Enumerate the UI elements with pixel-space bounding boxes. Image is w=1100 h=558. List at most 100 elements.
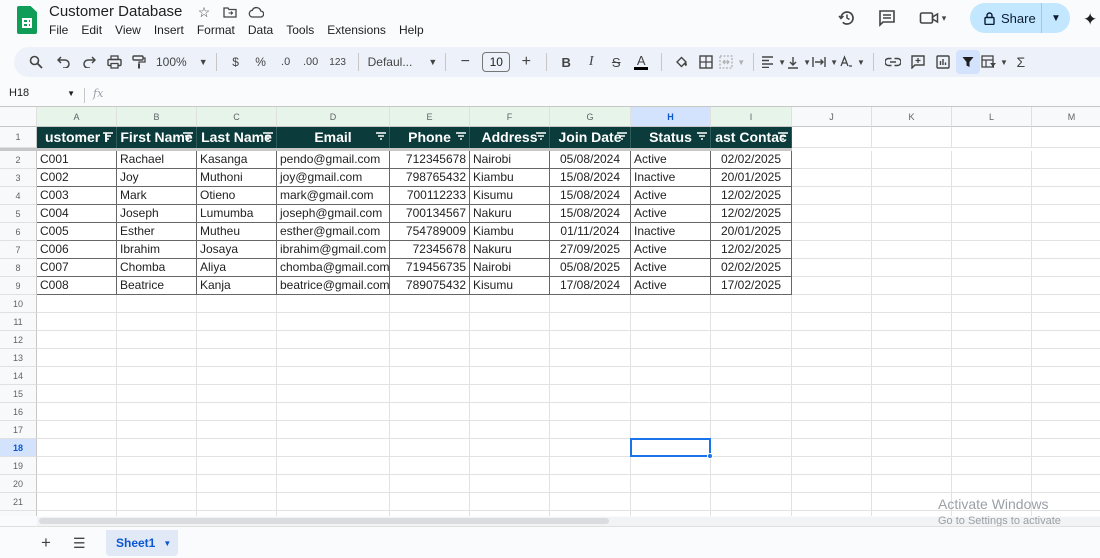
cell-I22[interactable] — [711, 511, 792, 516]
table-cell[interactable]: Inactive — [631, 223, 711, 241]
cell-H22[interactable] — [631, 511, 711, 516]
cell-L20[interactable] — [952, 475, 1032, 493]
column-header-c[interactable]: C — [197, 107, 277, 127]
cell-B17[interactable] — [117, 421, 197, 439]
meet-icon[interactable] — [919, 8, 939, 28]
row-header-5[interactable]: 5 — [0, 205, 37, 223]
column-header-l[interactable]: L — [952, 107, 1032, 127]
table-cell[interactable]: Kisumu — [470, 187, 550, 205]
cell-I17[interactable] — [711, 421, 792, 439]
cell-M4[interactable] — [1032, 187, 1100, 205]
cell-D14[interactable] — [277, 367, 390, 385]
table-cell[interactable]: C003 — [37, 187, 117, 205]
formula-input[interactable] — [115, 87, 1095, 103]
cell-I21[interactable] — [711, 493, 792, 511]
increase-decimal-button[interactable]: .00 — [299, 50, 323, 74]
cell-E21[interactable] — [390, 493, 470, 511]
column-header-a[interactable]: A — [37, 107, 117, 127]
table-cell[interactable]: 17/02/2025 — [711, 277, 792, 295]
cell-B12[interactable] — [117, 331, 197, 349]
share-main[interactable]: Share — [970, 3, 1042, 33]
cell-J15[interactable] — [792, 385, 872, 403]
cell-K6[interactable] — [872, 223, 952, 241]
name-box[interactable]: H18 ▼ — [9, 87, 79, 99]
cell-D17[interactable] — [277, 421, 390, 439]
filter-views-icon[interactable]: ▼ — [981, 50, 1008, 74]
cell-L9[interactable] — [952, 277, 1032, 295]
cell-K20[interactable] — [872, 475, 952, 493]
cell-B13[interactable] — [117, 349, 197, 367]
cell-A19[interactable] — [37, 457, 117, 475]
table-cell[interactable]: 15/08/2024 — [550, 205, 631, 223]
strikethrough-button[interactable]: S — [604, 50, 628, 74]
cell-K4[interactable] — [872, 187, 952, 205]
scrollbar-thumb[interactable] — [39, 518, 609, 524]
cell-M14[interactable] — [1032, 367, 1100, 385]
table-cell[interactable]: Nairobi — [470, 259, 550, 277]
cell-G16[interactable] — [550, 403, 631, 421]
cell-K7[interactable] — [872, 241, 952, 259]
cell-C21[interactable] — [197, 493, 277, 511]
cell-M6[interactable] — [1032, 223, 1100, 241]
table-cell[interactable]: 719456735 — [390, 259, 470, 277]
meet-dropdown-icon[interactable]: ▾ — [939, 8, 949, 28]
cell-J2[interactable] — [792, 151, 872, 169]
gemini-sparkle-icon[interactable]: ✦ — [1083, 10, 1097, 30]
cell-H13[interactable] — [631, 349, 711, 367]
cell-B11[interactable] — [117, 313, 197, 331]
cell-A22[interactable] — [37, 511, 117, 516]
table-header-cell[interactable]: First Name — [117, 127, 197, 148]
table-cell[interactable]: Active — [631, 187, 711, 205]
cell-F13[interactable] — [470, 349, 550, 367]
sheet-tab-dropdown-icon[interactable]: ▼ — [163, 539, 171, 548]
table-cell[interactable]: esther@gmail.com — [277, 223, 390, 241]
cell-A13[interactable] — [37, 349, 117, 367]
table-header-cell[interactable]: Join Date — [550, 127, 631, 148]
row-header-17[interactable]: 17 — [0, 421, 37, 439]
table-cell[interactable]: Josaya — [197, 241, 277, 259]
cell-C22[interactable] — [197, 511, 277, 516]
cell-A18[interactable] — [37, 439, 117, 457]
percent-format-button[interactable]: % — [249, 50, 273, 74]
cell-B19[interactable] — [117, 457, 197, 475]
cell-F19[interactable] — [470, 457, 550, 475]
table-header-cell[interactable]: Email — [277, 127, 390, 148]
menu-view[interactable]: View — [115, 23, 141, 37]
column-header-f[interactable]: F — [470, 107, 550, 127]
insert-chart-icon[interactable] — [931, 50, 955, 74]
cell-J3[interactable] — [792, 169, 872, 187]
filter-dropdown-icon[interactable] — [536, 127, 546, 148]
filter-icon[interactable] — [955, 50, 980, 74]
cell-F18[interactable] — [470, 439, 550, 457]
cell-C12[interactable] — [197, 331, 277, 349]
cell-J10[interactable] — [792, 295, 872, 313]
table-cell[interactable]: ibrahim@gmail.com — [277, 241, 390, 259]
cell-L3[interactable] — [952, 169, 1032, 187]
menu-help[interactable]: Help — [399, 23, 424, 37]
cell-K3[interactable] — [872, 169, 952, 187]
row-header-3[interactable]: 3 — [0, 169, 37, 187]
cell-K19[interactable] — [872, 457, 952, 475]
cell-I10[interactable] — [711, 295, 792, 313]
cell-A10[interactable] — [37, 295, 117, 313]
table-cell[interactable]: 798765432 — [390, 169, 470, 187]
table-cell[interactable]: 15/08/2024 — [550, 187, 631, 205]
more-formats-button[interactable]: 123 — [326, 50, 350, 74]
print-icon[interactable] — [102, 50, 126, 74]
table-cell[interactable]: Kiambu — [470, 169, 550, 187]
menu-data[interactable]: Data — [248, 23, 273, 37]
row-header-9[interactable]: 9 — [0, 277, 37, 295]
cell-B18[interactable] — [117, 439, 197, 457]
cell-C16[interactable] — [197, 403, 277, 421]
cell-J1[interactable] — [792, 127, 872, 148]
column-header-d[interactable]: D — [277, 107, 390, 127]
table-cell[interactable]: 02/02/2025 — [711, 259, 792, 277]
table-cell[interactable]: Active — [631, 205, 711, 223]
cell-K8[interactable] — [872, 259, 952, 277]
table-cell[interactable]: 20/01/2025 — [711, 223, 792, 241]
cell-I12[interactable] — [711, 331, 792, 349]
cell-K11[interactable] — [872, 313, 952, 331]
cell-G13[interactable] — [550, 349, 631, 367]
cell-C14[interactable] — [197, 367, 277, 385]
horizontal-align-icon[interactable]: ▼ — [761, 50, 786, 74]
